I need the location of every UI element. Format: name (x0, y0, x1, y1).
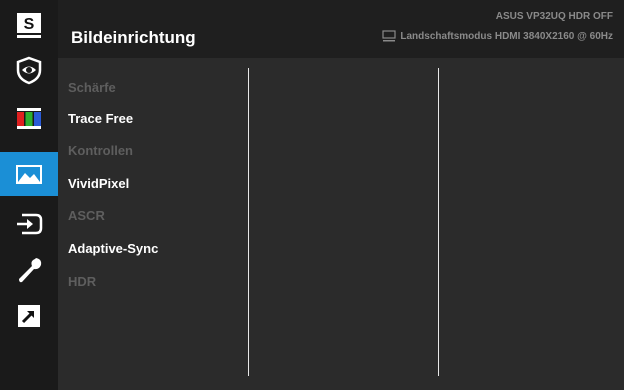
menu-item-kontrollen[interactable]: Kontrollen (68, 143, 133, 158)
sidebar-item-eye-care[interactable] (0, 48, 58, 92)
sidebar-item-system[interactable] (0, 248, 58, 292)
input-select-icon (17, 213, 43, 235)
menu-item-trace-free[interactable]: Trace Free (68, 111, 133, 126)
main-panel: Bildeinrichtung ASUS VP32UQ HDR OFF Land… (58, 0, 624, 390)
signal-status: Landschaftsmodus HDMI 3840X2160 @ 60Hz (382, 30, 613, 42)
sidebar-item-image[interactable] (0, 152, 58, 196)
sidebar: S (0, 0, 58, 390)
splendid-s-icon: S (17, 13, 41, 38)
header: Bildeinrichtung ASUS VP32UQ HDR OFF Land… (58, 0, 624, 58)
image-mountain-icon (16, 165, 42, 184)
color-bars-icon (17, 108, 41, 129)
splendid-s-label: S (24, 16, 35, 33)
signal-status-text: Landschaftsmodus HDMI 3840X2160 @ 60Hz (400, 30, 613, 42)
menu-item-ascr[interactable]: ASCR (68, 208, 105, 223)
column-divider (438, 68, 439, 376)
page-title: Bildeinrichtung (71, 28, 196, 47)
menu-item-vividpixel[interactable]: VividPixel (68, 176, 129, 191)
column-divider (248, 68, 249, 376)
sidebar-item-color[interactable] (0, 96, 58, 140)
shortcut-arrow-icon (18, 305, 40, 327)
monitor-icon (382, 30, 396, 42)
wrench-system-icon (19, 258, 42, 283)
menu-item-schaerfe[interactable]: Schärfe (68, 80, 116, 95)
sidebar-item-input[interactable] (0, 202, 58, 246)
monitor-status: ASUS VP32UQ HDR OFF (495, 11, 613, 22)
osd-menu: S Bildeinrichtung ASUS VP32UQ HDR OFF La… (0, 0, 624, 390)
menu-item-adaptive-sync[interactable]: Adaptive-Sync (68, 241, 158, 256)
sidebar-item-shortcut[interactable] (0, 294, 58, 338)
eye-care-icon (16, 56, 42, 85)
sidebar-item-splendid[interactable]: S (0, 4, 58, 48)
menu-item-hdr[interactable]: HDR (68, 274, 96, 289)
